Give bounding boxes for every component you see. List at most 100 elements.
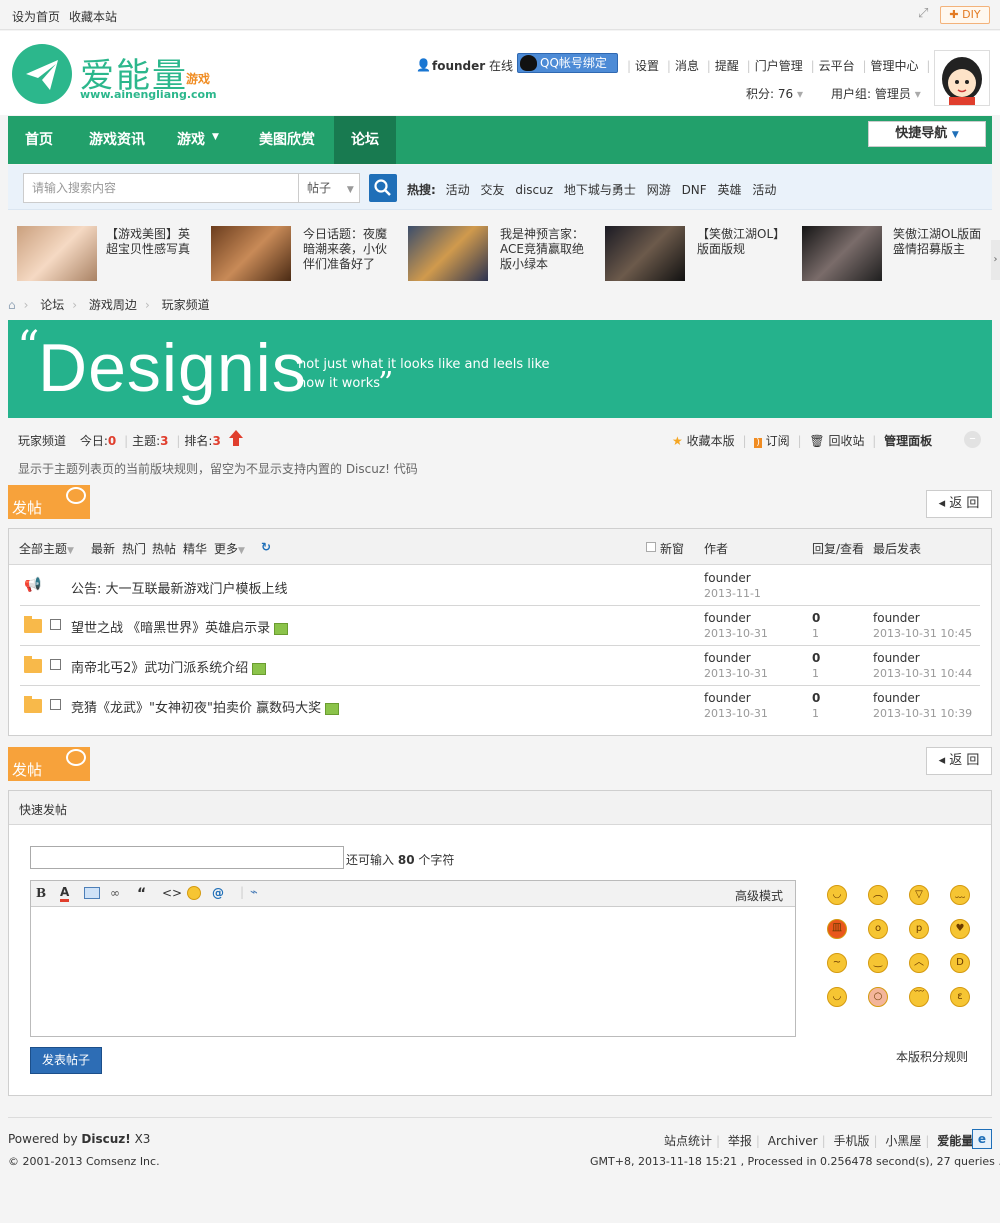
shout-smiley-icon[interactable]: ○ [868, 987, 888, 1007]
filter-more[interactable]: 更多▼ [214, 540, 245, 557]
diy-button[interactable]: ✚ DIY [940, 6, 990, 24]
font-color-button[interactable]: A [60, 886, 70, 902]
bold-button[interactable]: B [36, 886, 46, 900]
thread-title-text[interactable]: 望世之战 《暗黑世界》英雄启示录 [71, 621, 270, 636]
slide-caption[interactable]: 我是神预言家：ACE竞猜赢取绝版小绿本 [500, 227, 590, 272]
attachment-icon[interactable]: ⌁ [250, 885, 258, 900]
nav-forum[interactable]: 论坛 [334, 116, 396, 164]
filter-hotpost[interactable]: 热帖 [152, 540, 176, 557]
new-post-button[interactable]: 发帖 [8, 747, 90, 781]
refresh-icon[interactable]: ↻ [261, 540, 271, 554]
last-poster[interactable]: founder [873, 611, 920, 625]
back-button[interactable]: ◂ 返 回 [926, 490, 992, 518]
slide-image[interactable] [408, 226, 488, 281]
submit-post-button[interactable]: 发表帖子 [30, 1047, 102, 1074]
last-post-date[interactable]: 2013-10-31 10:39 [873, 707, 972, 720]
smiley-icon[interactable] [187, 886, 201, 900]
search-button[interactable] [369, 174, 397, 202]
thread-title[interactable]: 竞猜《龙武》"女神初夜"拍卖价 赢数码大奖 [71, 697, 340, 716]
thread-title[interactable]: 南帝北丐2》武功门派系统介绍 [71, 657, 267, 676]
filter-all[interactable]: 全部主题▼ [19, 540, 74, 557]
username-link[interactable]: founder [432, 59, 485, 73]
announcement-author[interactable]: founder [704, 571, 751, 585]
wink-smiley-icon[interactable]: ‿ [868, 953, 888, 973]
notices-link[interactable]: 提醒 [715, 59, 739, 73]
filter-hot[interactable]: 热门 [122, 540, 146, 557]
quick-nav-button[interactable]: 快捷导航 ▼ [868, 121, 986, 147]
subject-input[interactable] [30, 846, 344, 869]
logo-icon[interactable] [12, 44, 72, 104]
hot-keyword[interactable]: DNF [682, 183, 707, 197]
stats-link[interactable]: 站点统计 [664, 1134, 712, 1148]
hot-keyword[interactable]: 英雄 [718, 183, 742, 197]
nav-games[interactable]: 游戏 [168, 116, 214, 164]
sad-smiley-icon[interactable]: ︵ [868, 885, 888, 905]
hot-keyword[interactable]: 交友 [480, 183, 504, 197]
thread-title-text[interactable]: 竞猜《龙武》"女神初夜"拍卖价 赢数码大奖 [71, 701, 321, 716]
search-type-select[interactable]: 帖子 ▼ [298, 173, 360, 203]
breadcrumb-category[interactable]: 游戏周边 [89, 298, 137, 312]
group-menu[interactable]: 用户组: 管理员 ▾ [831, 85, 921, 102]
thread-title-text[interactable]: 南帝北丐2》武功门派系统介绍 [71, 661, 248, 676]
cloud-link[interactable]: 云平台 [819, 59, 855, 73]
grin-smiley-icon[interactable]: ▽ [909, 885, 929, 905]
slide-image[interactable] [211, 226, 291, 281]
slide-caption[interactable]: 【游戏美图】英超宝贝性感写真 [106, 227, 196, 257]
laugh-smiley-icon[interactable]: D [950, 953, 970, 973]
site-badge-icon[interactable]: e [972, 1129, 992, 1149]
thread-author[interactable]: founder [704, 651, 751, 665]
angry-smiley-icon[interactable]: 皿 [827, 919, 847, 939]
advanced-mode-link[interactable]: 高级模式 [735, 887, 783, 904]
last-poster[interactable]: founder [873, 651, 920, 665]
think-smiley-icon[interactable]: ~ [827, 953, 847, 973]
slide-next-button[interactable]: › [991, 240, 1000, 280]
love-smiley-icon[interactable]: ♥ [950, 919, 970, 939]
hot-keyword[interactable]: 网游 [647, 183, 671, 197]
admin-center-link[interactable]: 管理中心 [871, 59, 919, 73]
breadcrumb-board[interactable]: 玩家频道 [162, 298, 210, 312]
filter-digest[interactable]: 精华 [183, 540, 207, 557]
hot-keyword[interactable]: 活动 [446, 183, 470, 197]
hot-keyword[interactable]: discuz [515, 183, 553, 197]
slide-image[interactable] [802, 226, 882, 281]
site-name-link[interactable]: 爱能量 [937, 1134, 973, 1148]
discuz-link[interactable]: Discuz! [81, 1132, 130, 1146]
thread-checkbox[interactable] [50, 619, 61, 630]
credit-rules-link[interactable]: 本版积分规则 [896, 1048, 968, 1065]
cry-smiley-icon[interactable]: ﹏ [950, 885, 970, 905]
avatar[interactable] [934, 50, 990, 106]
hot-keyword[interactable]: 活动 [752, 183, 776, 197]
blacklist-link[interactable]: 小黑屋 [885, 1134, 921, 1148]
subscribe-link[interactable]: 订阅 [766, 434, 790, 448]
breadcrumb-forum[interactable]: 论坛 [40, 298, 64, 312]
settings-link[interactable]: 设置 [635, 59, 659, 73]
frown-smiley-icon[interactable]: ︿ [909, 953, 929, 973]
slide-image[interactable] [17, 226, 97, 281]
quote-icon[interactable]: “ [137, 886, 146, 902]
set-home-link[interactable]: 设为首页 [12, 8, 60, 25]
portal-admin-link[interactable]: 门户管理 [755, 59, 803, 73]
new-post-button[interactable]: 发帖 [8, 485, 90, 519]
admin-panel-link[interactable]: 管理面板 [884, 434, 932, 448]
mobile-link[interactable]: 手机版 [834, 1134, 870, 1148]
fullscreen-icon[interactable]: ⤢ [918, 7, 932, 21]
slide-caption[interactable]: 今日话题：夜魔暗潮来袭，小伙伴们准备好了 [303, 227, 393, 272]
bookmark-link[interactable]: 收藏本站 [69, 8, 117, 25]
favorite-board-link[interactable]: 收藏本版 [687, 434, 735, 448]
new-window-checkbox[interactable] [646, 542, 656, 552]
thread-checkbox[interactable] [50, 699, 61, 710]
messages-link[interactable]: 消息 [675, 59, 699, 73]
collapse-icon[interactable]: – [964, 431, 981, 448]
recycle-link[interactable]: 回收站 [828, 434, 864, 448]
sweat-smiley-icon[interactable]: ﹋ [909, 987, 929, 1007]
home-icon[interactable]: ⌂ [8, 298, 16, 312]
happy-smiley-icon[interactable]: ◡ [827, 987, 847, 1007]
tongue-smiley-icon[interactable]: p [909, 919, 929, 939]
announcement-title[interactable]: 公告: 大一互联最新游戏门户模板上线 [71, 578, 288, 597]
back-button[interactable]: ◂ 返 回 [926, 747, 992, 775]
link-icon[interactable]: ∞ [110, 886, 120, 900]
filter-new[interactable]: 最新 [91, 540, 115, 557]
thread-author[interactable]: founder [704, 611, 751, 625]
hot-keyword[interactable]: 地下城与勇士 [564, 183, 636, 197]
thread-author[interactable]: founder [704, 691, 751, 705]
